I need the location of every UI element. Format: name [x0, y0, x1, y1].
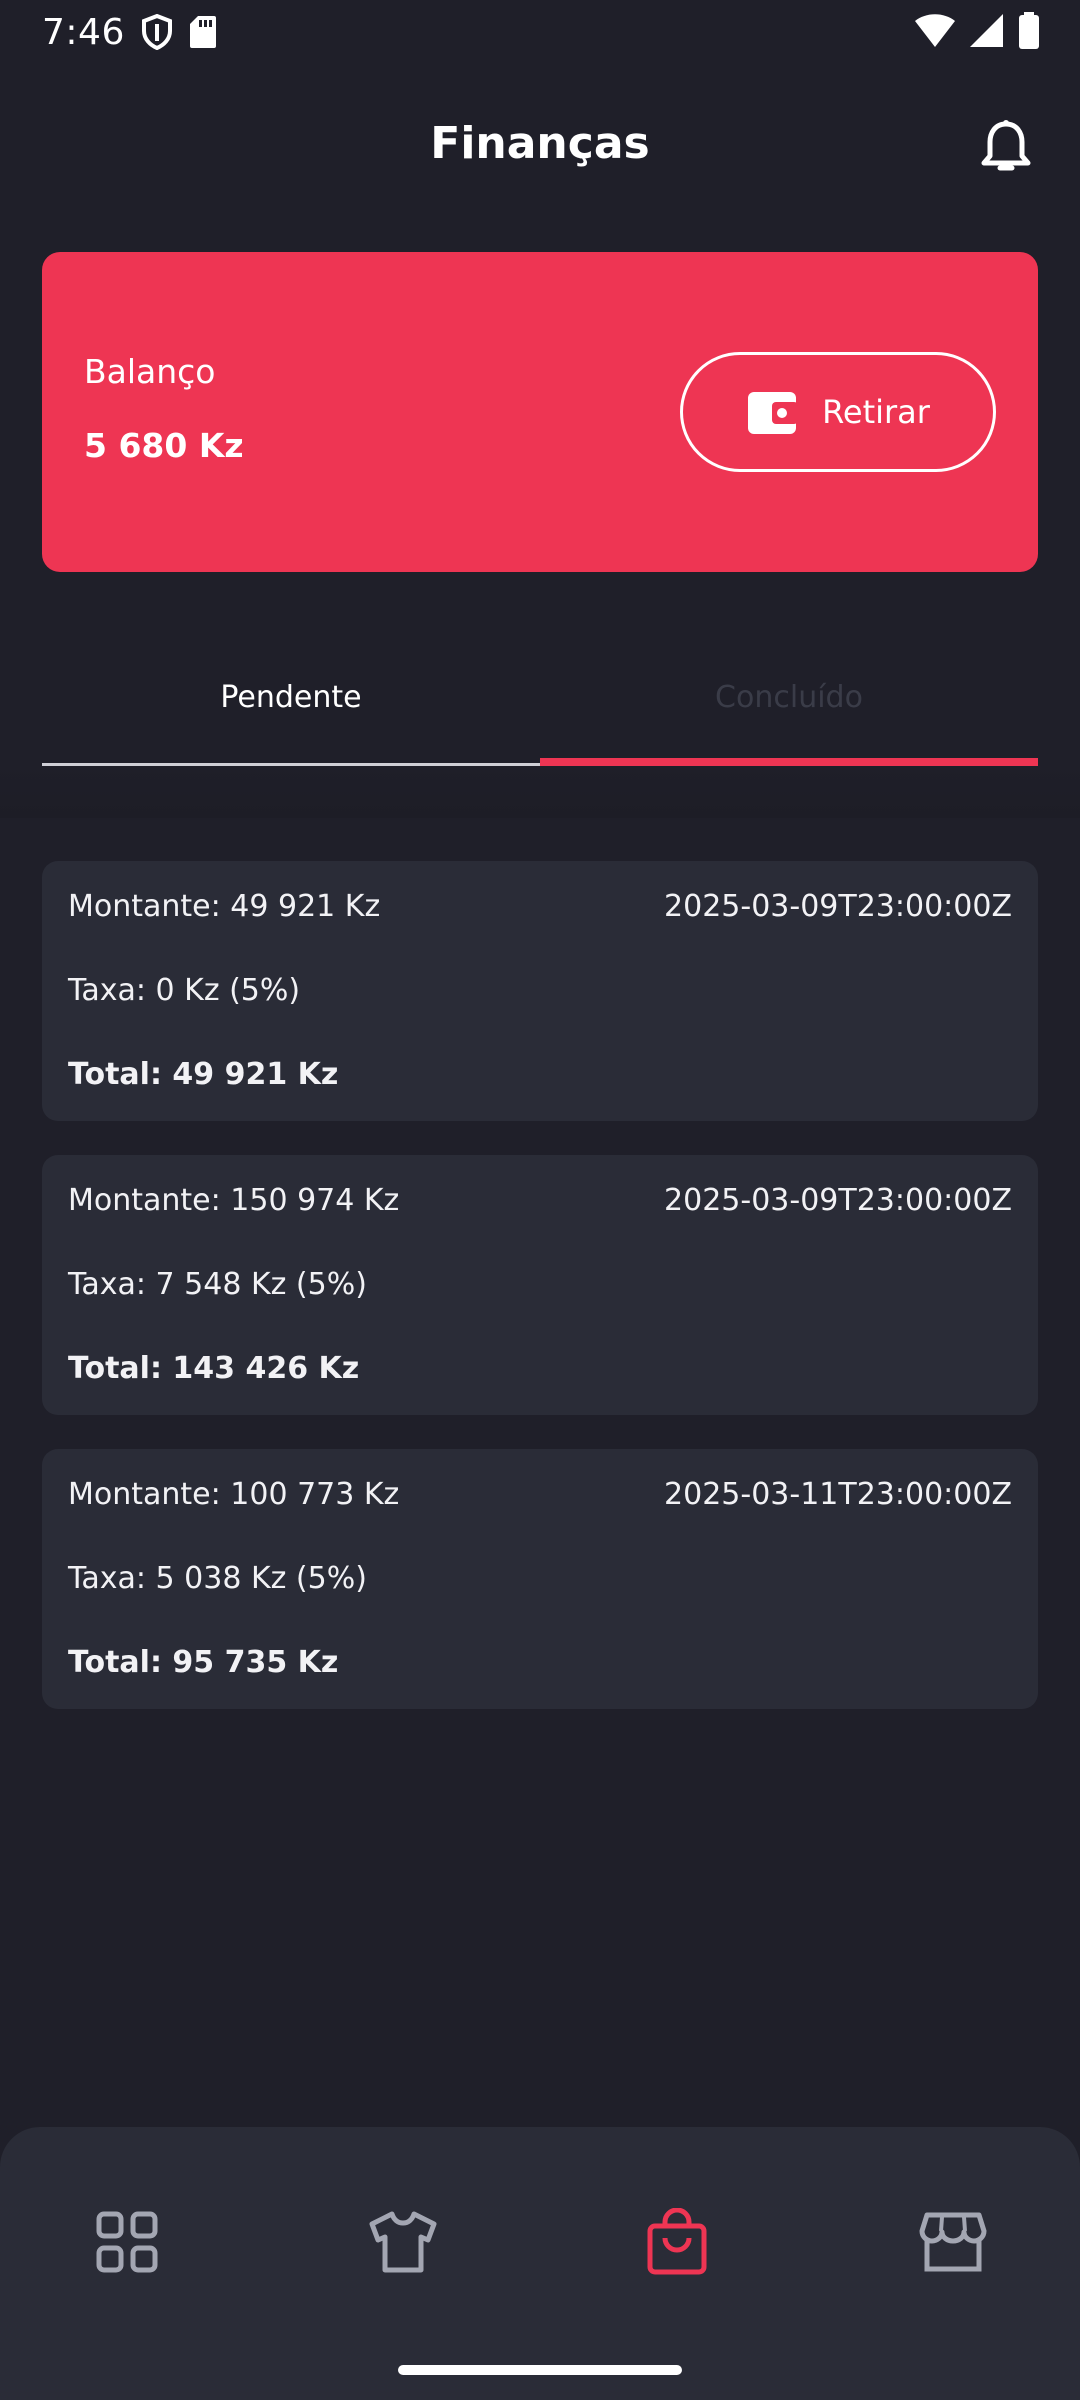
transaction-fee: Taxa: 0 Kz (5%) [68, 973, 301, 1008]
transaction-card[interactable]: Montante: 100 773 Kz 2025-03-11T23:00:00… [42, 1449, 1038, 1709]
transaction-amount: Montante: 100 773 Kz [68, 1477, 400, 1512]
header: Finanças [0, 100, 1080, 190]
wifi-icon [915, 14, 955, 47]
transaction-list: Montante: 49 921 Kz 2025-03-09T23:00:00Z… [42, 861, 1038, 1743]
notification-button[interactable] [976, 118, 1036, 178]
transaction-card[interactable]: Montante: 49 921 Kz 2025-03-09T23:00:00Z… [42, 861, 1038, 1121]
shield-icon [141, 14, 172, 50]
transaction-fee: Taxa: 5 038 Kz (5%) [68, 1561, 367, 1596]
transaction-total: Total: 143 426 Kz [68, 1351, 360, 1386]
withdraw-button[interactable]: Retirar [680, 352, 996, 472]
status-right-icons [914, 12, 1040, 50]
bottom-nav [0, 2127, 1080, 2400]
nav-store[interactable] [908, 2197, 998, 2287]
transaction-total: Total: 49 921 Kz [68, 1057, 339, 1092]
tab-completed[interactable]: Concluído [540, 650, 1038, 766]
transaction-fee: Taxa: 7 548 Kz (5%) [68, 1267, 367, 1302]
balance-value: 5 680 Kz [84, 426, 244, 465]
transaction-amount: Montante: 49 921 Kz [68, 889, 381, 924]
withdraw-label: Retirar [822, 393, 930, 431]
balance-label: Balanço [84, 352, 216, 391]
transaction-total: Total: 95 735 Kz [68, 1645, 339, 1680]
shopping-bag-icon [647, 2208, 707, 2275]
bell-icon [981, 120, 1031, 171]
shirt-icon [369, 2211, 437, 2273]
transaction-date: 2025-03-09T23:00:00Z [664, 1183, 1012, 1218]
status-bar: 7:46 [0, 0, 1080, 64]
section-divider [0, 766, 1080, 818]
transaction-date: 2025-03-11T23:00:00Z [664, 1477, 1012, 1512]
sd-card-icon [189, 16, 216, 48]
tab-bar: Pendente Concluído [42, 650, 1038, 766]
grid-icon [96, 2211, 158, 2273]
wallet-icon [748, 392, 799, 434]
store-icon [919, 2212, 987, 2272]
transaction-date: 2025-03-09T23:00:00Z [664, 889, 1012, 924]
status-left-icons [141, 14, 217, 50]
battery-icon [1019, 12, 1039, 49]
tab-pending[interactable]: Pendente [42, 650, 540, 766]
balance-card: Balanço 5 680 Kz Retirar [42, 252, 1038, 572]
page-title: Finanças [430, 118, 650, 169]
transaction-card[interactable]: Montante: 150 974 Kz 2025-03-09T23:00:00… [42, 1155, 1038, 1415]
home-indicator[interactable] [398, 2365, 682, 2375]
transaction-amount: Montante: 150 974 Kz [68, 1183, 400, 1218]
nav-products[interactable] [358, 2197, 448, 2287]
signal-icon [970, 14, 1003, 47]
status-time: 7:46 [42, 11, 125, 53]
nav-dashboard[interactable] [82, 2197, 172, 2287]
nav-orders[interactable] [632, 2197, 722, 2287]
